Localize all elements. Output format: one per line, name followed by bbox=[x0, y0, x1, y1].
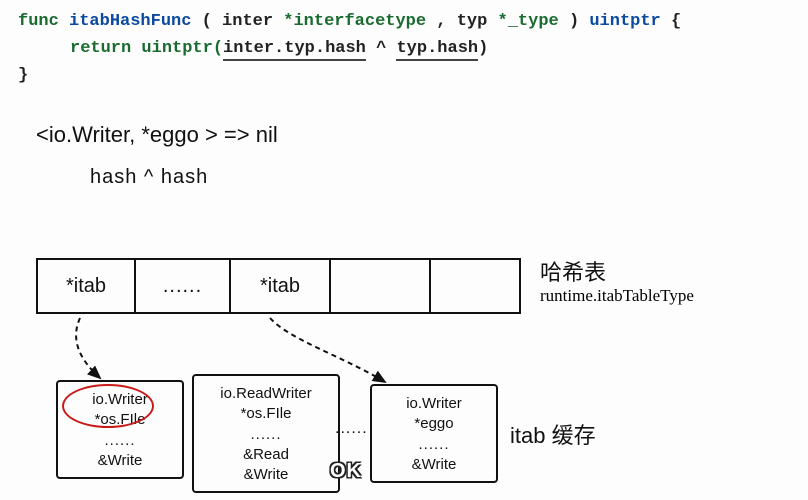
func-name: itabHashFunc bbox=[69, 12, 191, 31]
kw-func: func bbox=[18, 12, 59, 31]
gap-dots: ...... bbox=[335, 420, 368, 438]
expression-line-2: hash ^ hash bbox=[90, 166, 208, 189]
hash-cell-1: ...... bbox=[136, 258, 231, 314]
hash-cell-2: *itab bbox=[231, 258, 331, 314]
comma: , bbox=[436, 12, 446, 31]
kw-return: return bbox=[70, 39, 131, 58]
paren-close: ) bbox=[569, 12, 579, 31]
expr-right: typ.hash bbox=[396, 39, 478, 61]
itab-cache-label: itab 缓存 bbox=[510, 418, 596, 450]
ok-badge: OK bbox=[330, 460, 362, 483]
expr-left: inter.typ.hash bbox=[223, 39, 366, 61]
itab2-line3b: &Write bbox=[206, 465, 326, 485]
itab3-dots: ...... bbox=[384, 435, 484, 455]
param1-type: *interfacetype bbox=[283, 12, 426, 31]
call-open: uintptr( bbox=[141, 39, 223, 58]
itab-box-1: io.Writer *os.FIle ...... &Write bbox=[56, 380, 184, 479]
hash-cell-3 bbox=[331, 258, 431, 314]
itab2-dots: ...... bbox=[206, 425, 326, 445]
code-snippet: func itabHashFunc ( inter *interfacetype… bbox=[18, 8, 681, 90]
hash-cell-0: *itab bbox=[36, 258, 136, 314]
itab-box-2: io.ReadWriter *os.FIle ...... &Read &Wri… bbox=[192, 374, 340, 493]
hash-table-type: runtime.itabTableType bbox=[540, 286, 694, 306]
hash-cell-4 bbox=[431, 258, 521, 314]
itab2-line3a: &Read bbox=[206, 445, 326, 465]
itab1-line2: *os.FIle bbox=[70, 410, 170, 430]
itab3-line2: *eggo bbox=[384, 414, 484, 434]
itab3-line3: &Write bbox=[384, 455, 484, 475]
op-xor: ^ bbox=[376, 39, 386, 58]
arrow-2 bbox=[270, 318, 385, 382]
itab1-line1: io.Writer bbox=[70, 390, 170, 410]
expression-line-1: <io.Writer, *eggo > => nil bbox=[36, 122, 278, 148]
param2-name: typ bbox=[457, 12, 488, 31]
hash-table-label: 哈希表 bbox=[540, 255, 606, 287]
ret-type: uintptr bbox=[589, 12, 660, 31]
arrow-1 bbox=[76, 318, 100, 378]
itab1-line3: &Write bbox=[70, 451, 170, 471]
itab1-dots: ...... bbox=[70, 431, 170, 451]
param2-type: *_type bbox=[498, 12, 559, 31]
itab-box-3: io.Writer *eggo ...... &Write bbox=[370, 384, 498, 483]
brace-open: { bbox=[671, 12, 681, 31]
param1-name: inter bbox=[222, 12, 273, 31]
paren-open: ( bbox=[202, 12, 212, 31]
hash-table: *itab ...... *itab bbox=[36, 258, 521, 314]
itab2-line2: *os.FIle bbox=[206, 404, 326, 424]
itab2-line1: io.ReadWriter bbox=[206, 384, 326, 404]
brace-close: } bbox=[18, 66, 28, 85]
call-close: ) bbox=[478, 39, 488, 58]
itab3-line1: io.Writer bbox=[384, 394, 484, 414]
